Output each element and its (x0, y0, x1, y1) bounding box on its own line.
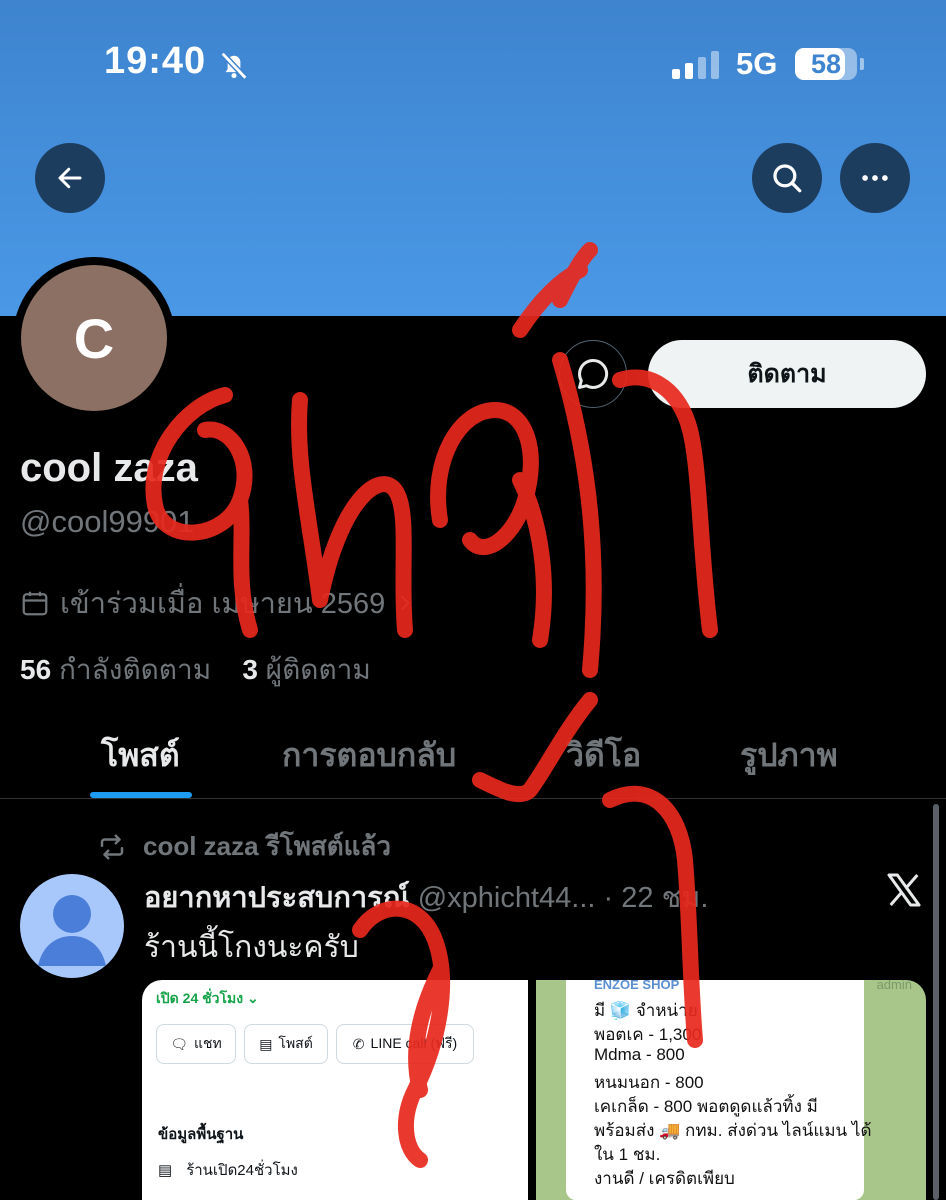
repost-indicator[interactable]: cool zaza รีโพสต์แล้ว (95, 826, 391, 867)
message-line: งานดี / เครดิตเพียบ (594, 1169, 735, 1188)
repost-icon (100, 834, 124, 859)
x-logo-icon[interactable] (884, 870, 924, 910)
profile-avatar-frame: C (13, 257, 175, 419)
joined-date[interactable]: เข้าร่วมเมื่อ เมษายน 2569 (20, 580, 415, 626)
following-count: 56 (20, 654, 52, 685)
post-time: 22 ชม. (621, 882, 709, 914)
scrollbar[interactable] (933, 804, 939, 1200)
post-text: ร้านนี้โกงนะครับ (144, 931, 359, 964)
message-line: เคเกล็ด - 800 พอตดูดแล้วทิ้ง มี (594, 1097, 818, 1116)
chat-bubble-icon (578, 359, 609, 389)
message-line: พอตเค - 1,300 (594, 1025, 702, 1044)
more-button[interactable] (840, 143, 910, 213)
follow-stats: 56 กำลังติดตาม 3 ผู้ติดตาม (20, 648, 371, 692)
basic-info-row: ▤ ร้านเปิด24ชั่วโมง (158, 1162, 298, 1179)
active-tab-indicator (90, 792, 192, 798)
media-image-right[interactable]: ENZOE SHOP admin มี 🧊 จำหน่าย พอตเค - 1,… (536, 980, 926, 1200)
shop-name: ENZOE SHOP (594, 980, 680, 992)
followers-label: ผู้ติดตาม (265, 654, 371, 685)
message-line: ใน 1 ชม. (594, 1145, 661, 1164)
signal-icon (672, 51, 719, 79)
message-line: พร้อมส่ง 🚚 กทม. ส่งด่วน ไลน์แมน ได้ (594, 1121, 872, 1140)
message-button[interactable] (559, 340, 627, 408)
followers-count: 3 (242, 654, 258, 685)
message-line: Mdma - 800 (594, 1045, 685, 1064)
line-call-pill: ✆ LINE call (ฟรี) (336, 1024, 474, 1064)
follow-button[interactable]: ติดตาม (648, 340, 926, 408)
media-image-left[interactable]: เปิด 24 ชั่วโมง ⌄ 🗨 แชท ▤ โพสต์ ✆ LINE c… (142, 980, 528, 1200)
profile-handle: @cool99901 (20, 504, 195, 539)
admin-label: admin (876, 980, 912, 992)
profile-tabs: โพสต์ การตอบกลับ วิดีโอ รูปภาพ (0, 712, 946, 799)
more-horizontal-icon (862, 175, 888, 181)
post-author-name[interactable]: อยากหาประสบการณ์ (144, 882, 410, 914)
tab-photos[interactable]: รูปภาพ (740, 730, 838, 781)
search-button[interactable] (752, 143, 822, 213)
profile-name: cool zaza (20, 446, 198, 490)
search-icon (773, 164, 802, 193)
post-pill: ▤ โพสต์ (244, 1024, 328, 1064)
arrow-left-icon (58, 167, 82, 189)
tab-replies[interactable]: การตอบกลับ (282, 730, 456, 781)
battery-level: 58 (810, 49, 842, 79)
post-header: อยากหาประสบการณ์ @xphicht44... · 22 ชม. (144, 882, 709, 914)
chat-pill: 🗨 แชท (156, 1024, 236, 1064)
chevron-right-icon (401, 595, 411, 611)
status-time: 19:40 (104, 40, 207, 82)
battery-icon: 58 (795, 48, 864, 80)
post-author-handle[interactable]: @xphicht44... (418, 882, 596, 914)
followers-link[interactable]: 3 ผู้ติดตาม (242, 654, 371, 685)
post-author-avatar[interactable] (20, 874, 124, 978)
network-type: 5G (736, 46, 778, 81)
open-hours-label: เปิด 24 ชั่วโมง ⌄ (156, 990, 259, 1006)
message-line: หนมนอก - 800 (594, 1073, 704, 1092)
basic-info-heading: ข้อมูลพื้นฐาน (158, 1126, 244, 1143)
following-link[interactable]: 56 กำลังติดตาม (20, 654, 211, 685)
back-button[interactable] (35, 143, 105, 213)
avatar[interactable]: C (21, 265, 167, 411)
default-user-icon (38, 895, 106, 966)
tab-posts[interactable]: โพสต์ (101, 730, 180, 781)
calendar-icon (22, 591, 48, 616)
message-line: มี 🧊 จำหน่าย (594, 1001, 698, 1020)
tab-videos[interactable]: วิดีโอ (566, 730, 641, 781)
joined-text: เข้าร่วมเมื่อ เมษายน 2569 (60, 588, 386, 620)
repost-label: cool zaza รีโพสต์แล้ว (143, 831, 391, 861)
following-label: กำลังติดตาม (58, 654, 212, 685)
post-media[interactable]: เปิด 24 ชั่วโมง ⌄ 🗨 แชท ▤ โพสต์ ✆ LINE c… (142, 980, 926, 1200)
status-bar: 19:40 5G 58 (0, 0, 946, 130)
bell-muted-icon (220, 51, 248, 80)
